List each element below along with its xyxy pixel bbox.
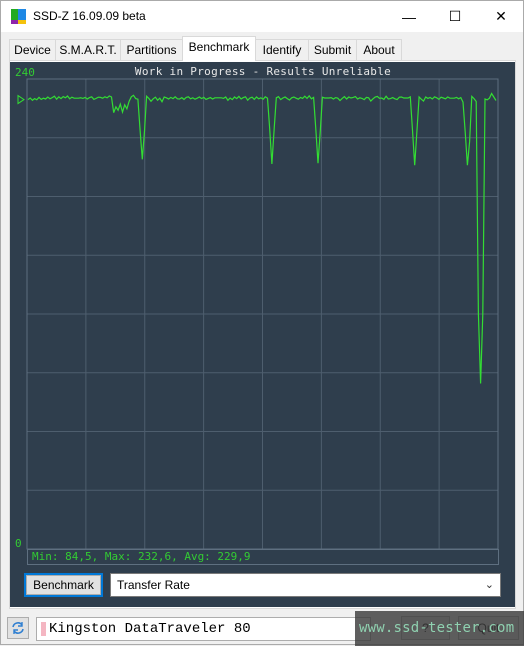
- drive-color-marker: [41, 622, 46, 636]
- benchmark-stats: Min: 84,5, Max: 232,6, Avg: 229,9: [27, 549, 499, 565]
- chart-grid: [27, 79, 498, 549]
- drive-selector[interactable]: Kingston DataTraveler 80: [36, 617, 371, 641]
- benchmark-mode-value: Transfer Rate: [117, 578, 190, 592]
- run-benchmark-label: Benchmark: [33, 578, 94, 592]
- chevron-down-icon: ⌄: [484, 579, 494, 591]
- watermark-text: www.ssd-tester.com: [359, 620, 515, 636]
- tab-benchmark[interactable]: Benchmark: [182, 36, 256, 61]
- run-benchmark-button[interactable]: Benchmark: [24, 573, 103, 597]
- benchmark-mode-select[interactable]: Transfer Rate ⌄: [110, 573, 501, 597]
- drive-name: Kingston DataTraveler 80: [49, 621, 251, 637]
- watermark-overlay: www.ssd-tester.com: [355, 611, 524, 646]
- chart-title: Work in Progress - Results Unreliable: [134, 65, 392, 78]
- refresh-drives-button[interactable]: [7, 617, 29, 639]
- app-window: SSD-Z 16.09.09 beta — ☐ ✕ Device S.M.A.R…: [0, 0, 524, 646]
- y-tick-min: 0: [15, 537, 22, 550]
- refresh-icon: [12, 622, 24, 634]
- y-marker-triangle-icon: [17, 94, 25, 105]
